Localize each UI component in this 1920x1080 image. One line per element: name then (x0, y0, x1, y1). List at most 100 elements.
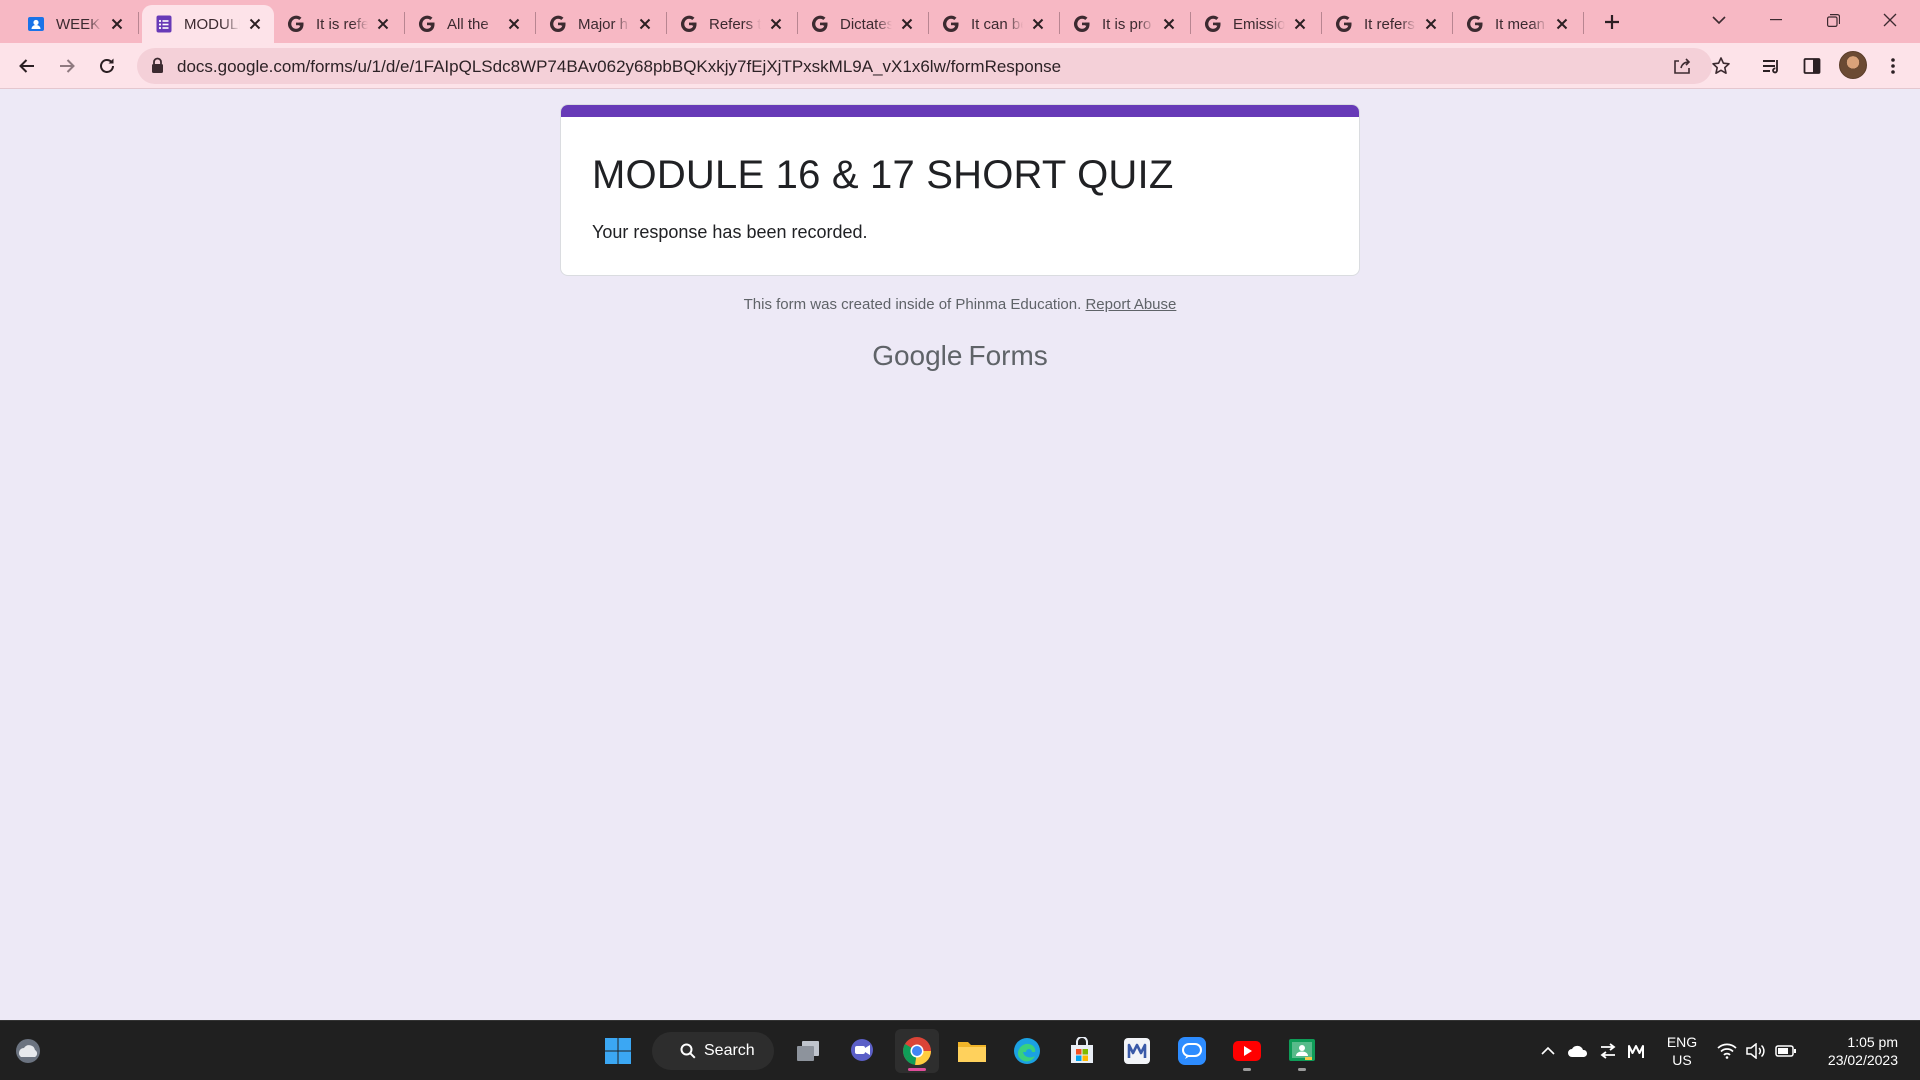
minimize-button[interactable] (1748, 0, 1804, 40)
arrow-right-icon (60, 59, 75, 73)
tab-title: Dictates (840, 15, 892, 33)
cloud-icon (1568, 1045, 1588, 1057)
close-icon[interactable] (1553, 15, 1571, 33)
running-indicator (1298, 1068, 1306, 1071)
chrome-button[interactable] (895, 1029, 939, 1073)
weather-widget[interactable] (6, 1029, 50, 1073)
reload-button[interactable] (90, 49, 124, 83)
edge-button[interactable] (1005, 1029, 1049, 1073)
tab-title: MODULE 16 & 17 SHORT QUIZ (184, 15, 240, 33)
close-icon[interactable] (1160, 15, 1178, 33)
search-icon (680, 1043, 696, 1059)
reload-icon (100, 58, 114, 73)
report-abuse-link[interactable]: Report Abuse (1085, 296, 1176, 313)
address-bar[interactable]: docs.google.com/forms/u/1/d/e/1FAIpQLSdc… (137, 48, 1730, 84)
file-explorer-button[interactable] (950, 1029, 994, 1073)
tab-google-search[interactable]: It refers (1322, 5, 1450, 43)
close-icon[interactable] (1029, 15, 1047, 33)
task-view-button[interactable] (786, 1029, 830, 1073)
tab-separator (1583, 12, 1584, 34)
close-icon[interactable] (767, 15, 785, 33)
side-panel-button[interactable] (1795, 49, 1829, 83)
avatar[interactable] (1839, 51, 1867, 79)
google-icon (941, 14, 961, 34)
message-icon (1178, 1037, 1206, 1065)
teams-chat-button[interactable] (840, 1029, 884, 1073)
tab-google-search[interactable]: Emission (1191, 5, 1319, 43)
plus-icon (1605, 15, 1619, 29)
chat-icon (851, 1039, 873, 1061)
edge-icon (1014, 1038, 1040, 1064)
google-icon (1465, 14, 1485, 34)
url-text[interactable]: docs.google.com/forms/u/1/d/e/1FAIpQLSdc… (177, 57, 1061, 77)
tab-search-button[interactable] (1691, 0, 1747, 40)
tab-google-search[interactable]: It is referred (274, 5, 402, 43)
classroom-icon (26, 14, 46, 34)
restore-icon (1826, 13, 1840, 27)
lock-icon[interactable] (151, 57, 164, 79)
mail-app-button[interactable] (1115, 1029, 1159, 1073)
browser-tab-strip: WEEK 1 MODULE 16 & 17 SHORT QUIZ It is r… (0, 0, 1920, 43)
tab-title: All the (447, 15, 489, 33)
mail-tray-button[interactable] (1618, 1029, 1654, 1073)
card-accent-bar (561, 105, 1359, 117)
minimize-icon (1770, 19, 1782, 21)
close-icon[interactable] (1422, 15, 1440, 33)
close-icon[interactable] (374, 15, 392, 33)
google-icon (1072, 14, 1092, 34)
start-button[interactable] (596, 1029, 640, 1073)
tab-google-search[interactable]: It is pro (1060, 5, 1188, 43)
close-icon[interactable] (246, 15, 264, 33)
tab-google-search[interactable]: All the (405, 5, 533, 43)
tab-google-search[interactable]: It mean (1453, 5, 1581, 43)
time-text: 1:05 pm (1847, 1034, 1898, 1050)
close-icon[interactable] (1291, 15, 1309, 33)
close-icon[interactable] (898, 15, 916, 33)
new-tab-button[interactable] (1598, 8, 1626, 36)
browser-toolbar: docs.google.com/forms/u/1/d/e/1FAIpQLSdc… (0, 43, 1920, 89)
running-indicator (1243, 1068, 1251, 1071)
menu-button[interactable] (1876, 49, 1910, 83)
close-window-button[interactable] (1862, 0, 1918, 40)
back-button[interactable] (10, 49, 44, 83)
google-icon (810, 14, 830, 34)
chevron-up-icon (1541, 1046, 1555, 1055)
battery-button[interactable] (1766, 1029, 1806, 1073)
google-icon (548, 14, 568, 34)
media-controls-button[interactable] (1755, 49, 1789, 83)
tab-google-search[interactable]: Major h (536, 5, 664, 43)
tab-week1[interactable]: WEEK 1 (14, 5, 136, 43)
tab-google-search[interactable]: Dictates (798, 5, 926, 43)
forward-button[interactable] (50, 49, 84, 83)
transfer-icon (1600, 1043, 1616, 1059)
taskbar: Search ENG US 1:05 pm 23/02/2023 (0, 1020, 1920, 1080)
date-text: 23/02/2023 (1827, 1052, 1898, 1068)
google-icon (286, 14, 306, 34)
clock[interactable]: 1:05 pm 23/02/2023 (1806, 1033, 1898, 1069)
star-icon[interactable] (1707, 52, 1735, 80)
language-indicator[interactable]: ENG US (1664, 1033, 1700, 1069)
weather-icon (16, 1039, 40, 1063)
messaging-app-button[interactable] (1170, 1029, 1214, 1073)
tab-google-search[interactable]: Refers t (667, 5, 795, 43)
restore-button[interactable] (1805, 0, 1861, 40)
youtube-button[interactable] (1225, 1029, 1269, 1073)
store-icon (1071, 1037, 1093, 1063)
store-button[interactable] (1060, 1029, 1104, 1073)
task-view-icon (797, 1041, 819, 1061)
confirmation-message: Your response has been recorded. (592, 222, 868, 242)
tab-google-search[interactable]: It can be (929, 5, 1057, 43)
close-icon[interactable] (636, 15, 654, 33)
taskbar-search[interactable]: Search (652, 1032, 774, 1070)
classroom-button[interactable] (1280, 1029, 1324, 1073)
share-icon[interactable] (1668, 52, 1696, 80)
tab-module-quiz[interactable]: MODULE 16 & 17 SHORT QUIZ (142, 5, 274, 43)
close-icon[interactable] (505, 15, 523, 33)
close-icon[interactable] (108, 15, 126, 33)
forms-icon (154, 14, 174, 34)
more-vert-icon (1891, 58, 1895, 74)
region-code: US (1672, 1052, 1692, 1068)
google-forms-logo[interactable]: Google Forms (0, 340, 1920, 372)
tab-separator (138, 12, 139, 34)
form-title: MODULE 16 & 17 SHORT QUIZ (592, 153, 1174, 197)
